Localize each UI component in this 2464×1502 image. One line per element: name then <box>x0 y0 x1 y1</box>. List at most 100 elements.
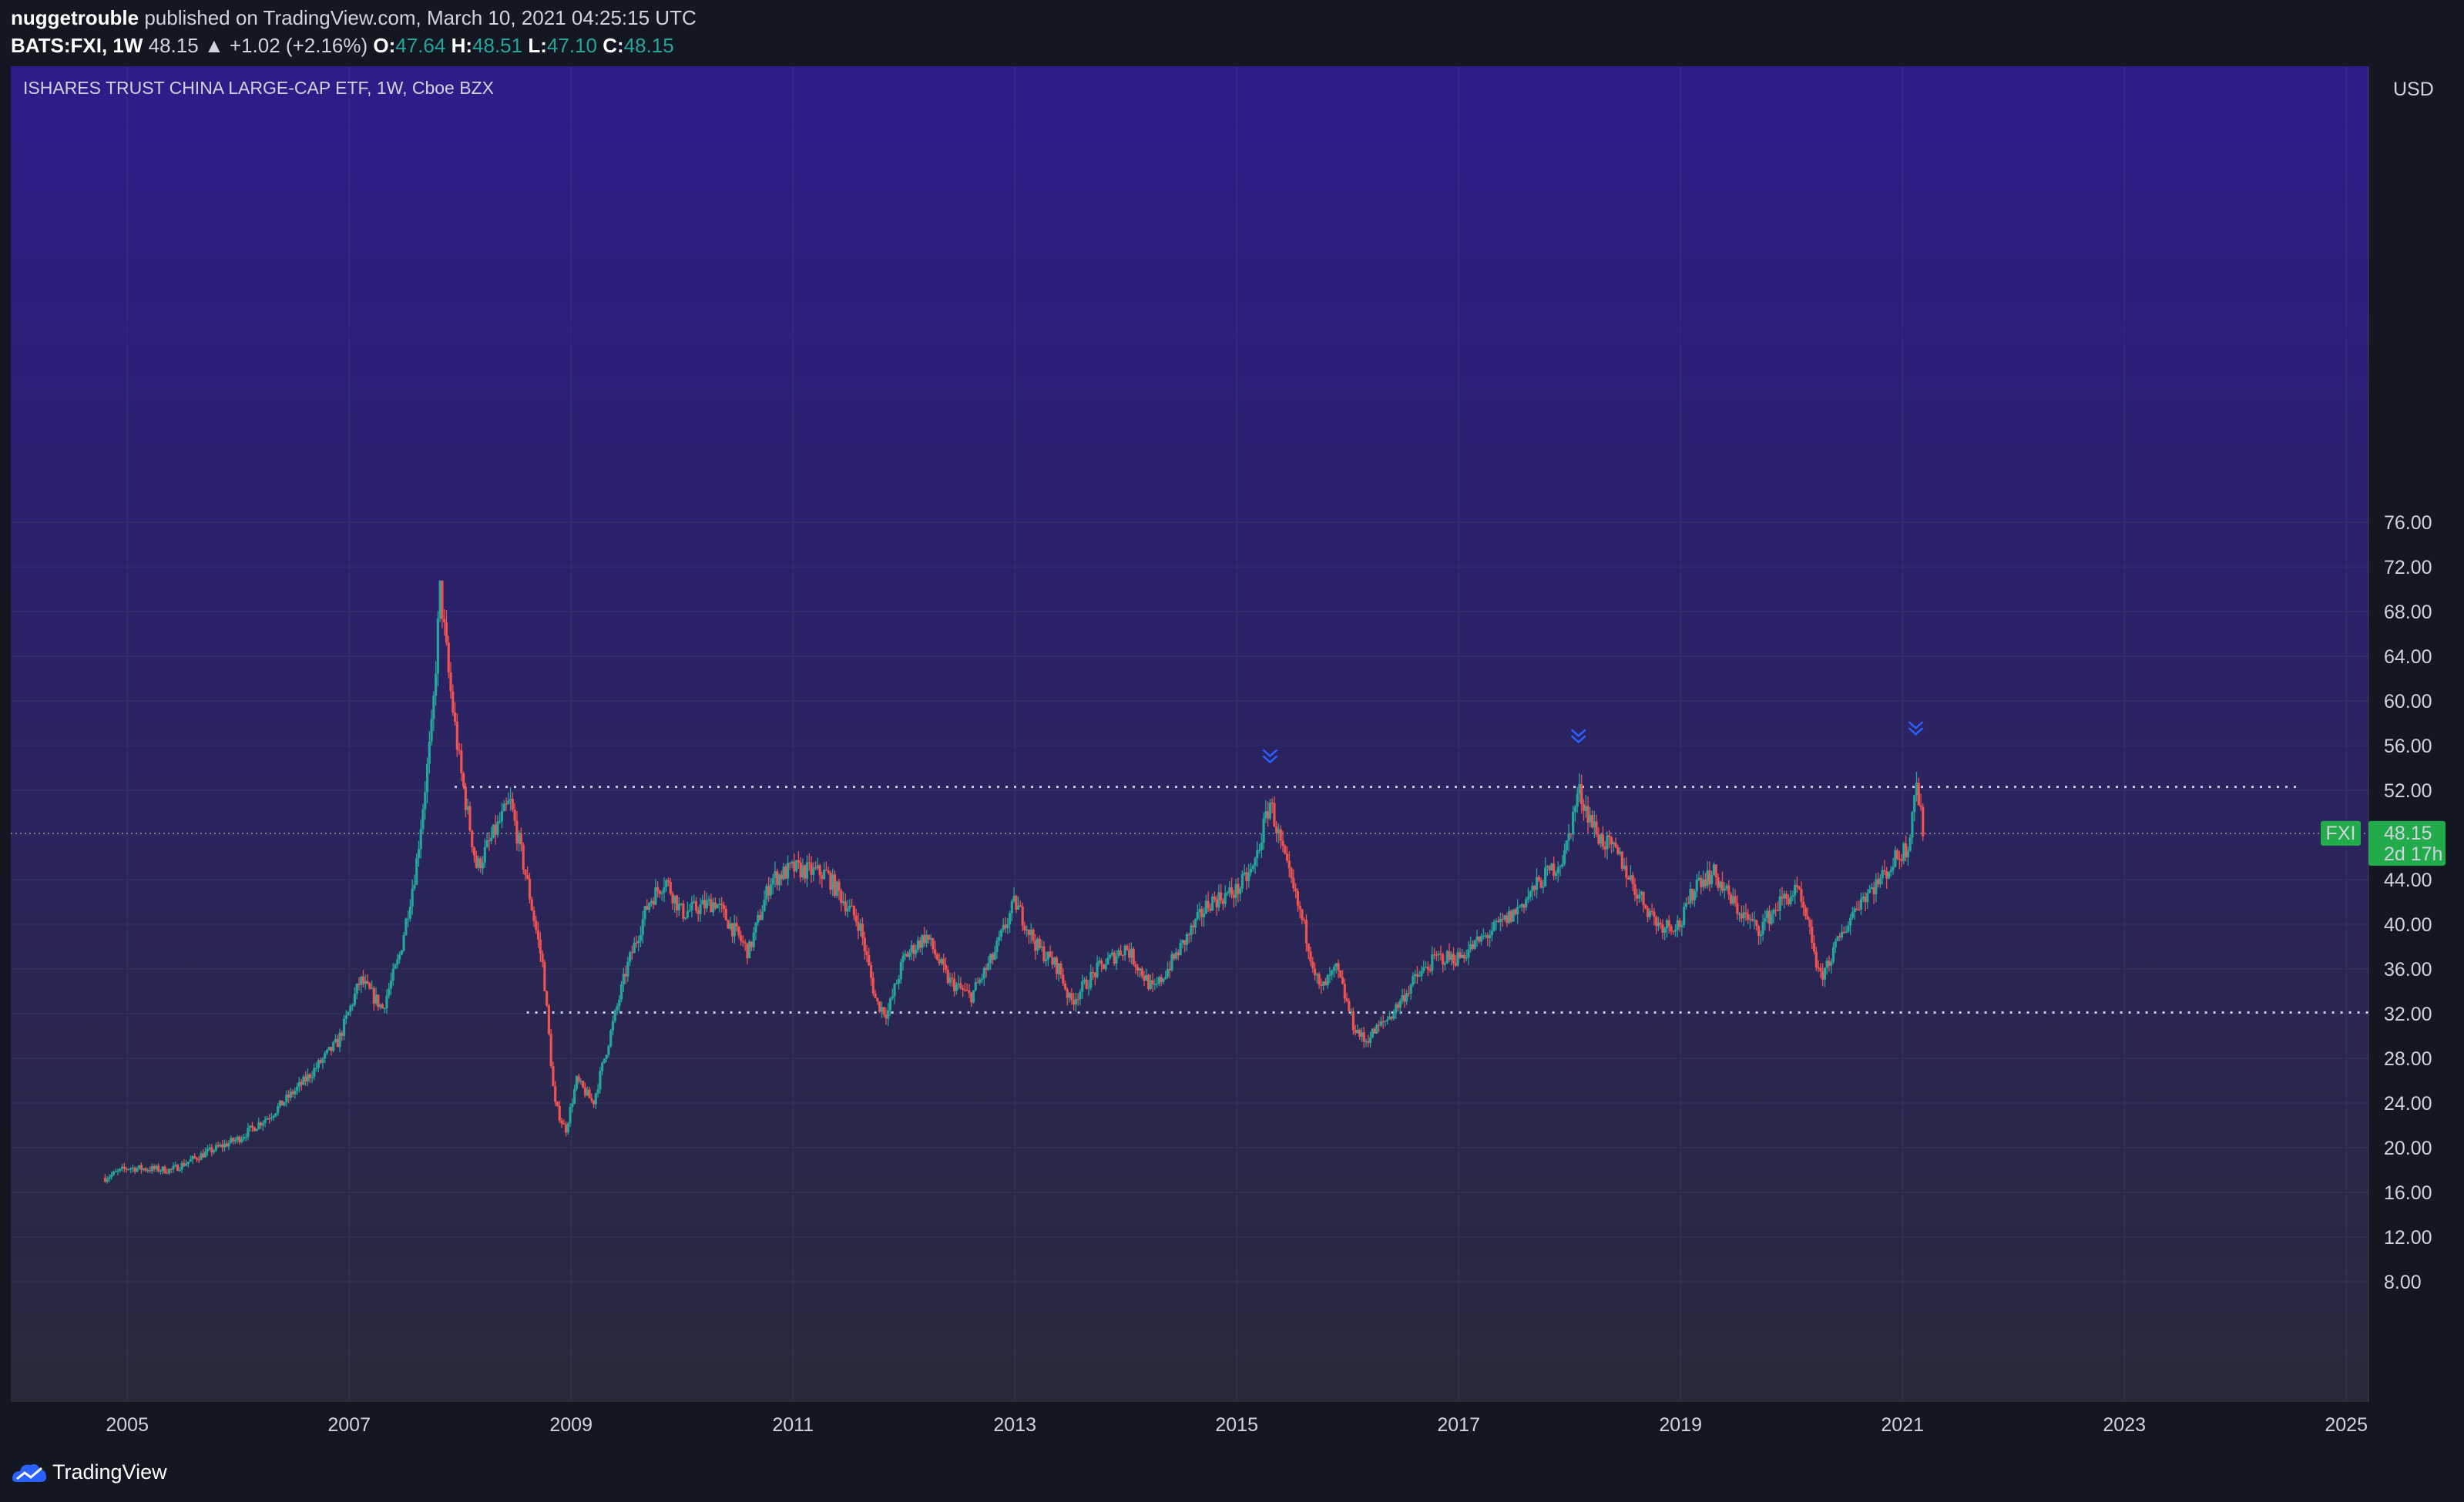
candle-body <box>334 1038 337 1042</box>
candle-body <box>219 1144 222 1147</box>
candle-body <box>1409 984 1412 994</box>
candle-body <box>569 1107 572 1124</box>
candle-body <box>564 1125 568 1133</box>
candle-body <box>496 821 499 835</box>
candle-body <box>897 979 901 984</box>
candle-body <box>760 911 764 920</box>
candle-body <box>1838 936 1841 938</box>
candle-body <box>763 899 766 912</box>
candle-body <box>750 941 754 947</box>
candle-body <box>1267 811 1270 819</box>
price-tick-label: 28.00 <box>2384 1048 2432 1070</box>
candle-body <box>1428 969 1432 971</box>
price-tick-label: 36.00 <box>2384 959 2432 981</box>
candle <box>582 1080 585 1089</box>
candle-body <box>1117 950 1120 957</box>
candle-body <box>643 906 646 920</box>
candle-body <box>1068 993 1071 998</box>
candle-body <box>1200 909 1203 917</box>
candle-body <box>1917 783 1920 806</box>
symbol-interval[interactable]: BATS:FXI, 1W <box>11 34 143 57</box>
author-name[interactable]: nuggetrouble <box>11 6 139 29</box>
candle-body <box>1304 920 1308 944</box>
candle-body <box>1422 967 1425 971</box>
candle-body <box>1373 1028 1376 1034</box>
candle <box>1146 974 1150 991</box>
candle-body <box>880 1007 883 1012</box>
footer-brand[interactable]: TradingView <box>52 1460 167 1484</box>
candle <box>1339 970 1342 979</box>
candle-body <box>155 1165 158 1169</box>
tradingview-logo-icon[interactable] <box>11 1460 48 1484</box>
candle-body <box>1318 974 1321 985</box>
candle-body <box>494 824 497 835</box>
candle-body <box>1915 783 1918 796</box>
price-chart[interactable]: 8.00 12.00 16.00 20.00 24.00 28.00 32.00 36.00 4… <box>11 66 2453 1445</box>
price-tick-label: 56.00 <box>2384 736 2432 757</box>
candle-body <box>1853 908 1856 913</box>
candle <box>878 1001 881 1014</box>
candle-body <box>921 934 924 948</box>
candle-body <box>1187 934 1190 936</box>
candle-body <box>629 952 632 962</box>
candle-body <box>1341 977 1344 984</box>
candle-body <box>221 1144 224 1148</box>
candle-body <box>1492 922 1496 931</box>
candle-body <box>372 987 375 1004</box>
candle-body <box>804 865 807 879</box>
candle-body <box>861 924 864 938</box>
candle-body <box>509 799 512 801</box>
candle-body <box>1812 942 1816 952</box>
candle-body <box>1563 850 1566 864</box>
candle-body <box>213 1150 216 1153</box>
candle-body <box>831 874 834 890</box>
candle-body <box>1443 963 1447 965</box>
candle-body <box>1017 905 1020 910</box>
candle-body <box>1230 887 1234 895</box>
candle <box>1509 909 1512 924</box>
time-tick-label: 2021 <box>1881 1414 1924 1436</box>
candle-body <box>432 696 435 719</box>
candle-body <box>586 1089 589 1096</box>
candle-body <box>1202 913 1206 917</box>
time-tick-label: 2011 <box>772 1414 814 1436</box>
candle-body <box>1454 963 1457 966</box>
candle-body <box>1877 879 1880 885</box>
candle-body <box>377 994 380 1007</box>
candle-body <box>317 1060 320 1068</box>
candle-body <box>144 1168 147 1171</box>
candle-body <box>1392 1013 1395 1019</box>
candle <box>1102 964 1105 970</box>
candle-body <box>980 978 984 980</box>
candle-body <box>1322 981 1325 986</box>
chart-container[interactable]: 8.00 12.00 16.00 20.00 24.00 28.00 32.00 36.00 4… <box>11 66 2453 1445</box>
candle-body <box>167 1168 171 1173</box>
candle-body <box>1697 877 1700 880</box>
candle-body <box>1898 858 1901 860</box>
candle-body <box>419 829 422 850</box>
candle-body <box>694 901 698 911</box>
price-tick-label: 68.00 <box>2384 602 2432 623</box>
price-tick-label: 20.00 <box>2384 1138 2432 1159</box>
candle-body <box>1254 858 1257 867</box>
candle-body <box>1294 888 1297 891</box>
candle-body <box>253 1127 256 1132</box>
candle-body <box>652 900 655 905</box>
candle-body <box>1437 953 1440 955</box>
candle-body <box>394 964 397 969</box>
candle-body <box>1612 842 1615 845</box>
candle-body <box>231 1138 235 1142</box>
candle-body <box>202 1153 205 1158</box>
candle-body <box>1228 887 1231 893</box>
candle-body <box>619 984 623 1000</box>
candle-body <box>543 961 546 991</box>
candle-body <box>891 996 894 999</box>
candle-body <box>453 712 457 722</box>
candle-body <box>488 840 491 842</box>
candle-body <box>1168 968 1171 971</box>
candle-body <box>274 1113 277 1116</box>
candle-body <box>203 1151 207 1158</box>
candle-body <box>571 1103 574 1108</box>
candle-body <box>1814 951 1818 968</box>
candle-body <box>999 930 1003 937</box>
